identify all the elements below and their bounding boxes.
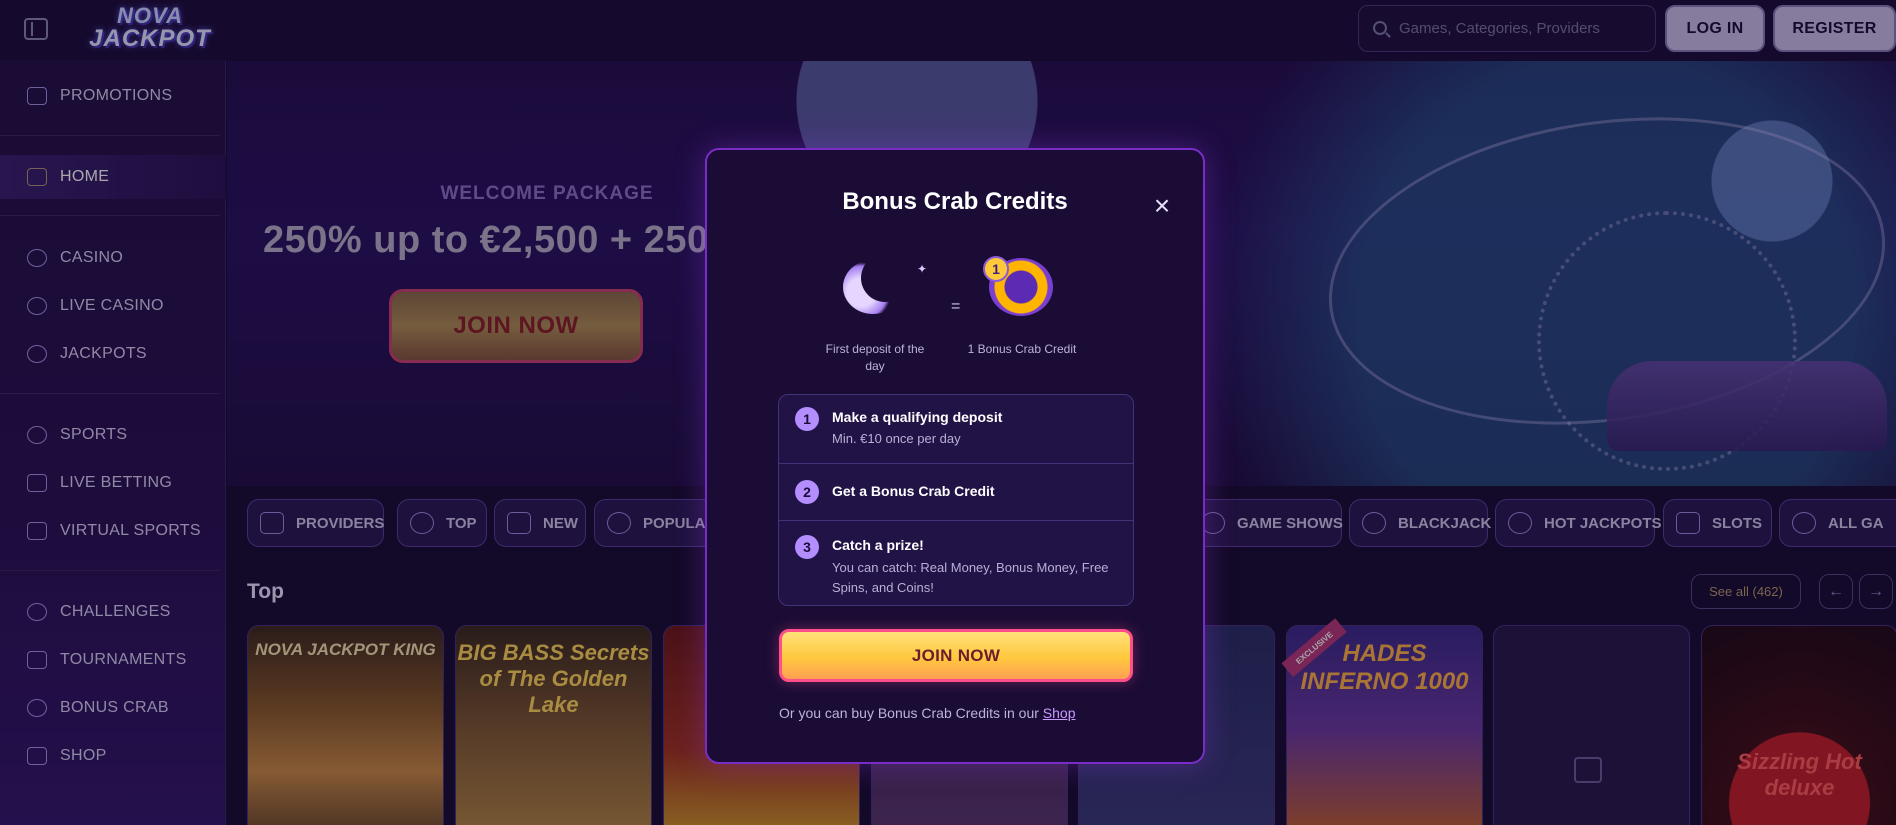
footer-text: Or you can buy Bonus Crab Credits in our — [779, 705, 1043, 721]
step-number: 1 — [795, 407, 819, 431]
step-desc: You can catch: Real Money, Bonus Money, … — [832, 560, 1109, 595]
close-icon[interactable]: × — [1148, 192, 1176, 220]
step-title: Get a Bonus Crab Credit — [832, 483, 995, 499]
star-icon: ✦ — [917, 262, 928, 276]
moon-icon — [843, 254, 909, 314]
equals-sign: = — [951, 298, 961, 315]
modal-title: Bonus Crab Credits — [842, 188, 1068, 215]
modal-footer: Or you can buy Bonus Crab Credits in our… — [779, 705, 1076, 721]
step-number: 2 — [795, 480, 819, 504]
step-desc: Min. €10 once per day — [832, 431, 961, 446]
right-caption: 1 Bonus Crab Credit — [967, 342, 1077, 356]
step-item: 3 Catch a prize! You can catch: Real Mon… — [779, 521, 1133, 605]
modal-join-button[interactable]: JOIN NOW — [779, 629, 1133, 682]
step-item: 2 Get a Bonus Crab Credit — [779, 464, 1133, 520]
steps-list: 1 Make a qualifying deposit Min. €10 onc… — [778, 394, 1134, 606]
step-title: Make a qualifying deposit — [832, 409, 1003, 425]
step-item: 1 Make a qualifying deposit Min. €10 onc… — [779, 395, 1133, 463]
shop-link[interactable]: Shop — [1043, 705, 1076, 721]
step-number: 3 — [795, 535, 819, 559]
step-title: Catch a prize! — [832, 537, 924, 553]
left-caption: First deposit of the day — [825, 342, 925, 373]
coin-number-badge: 1 — [983, 256, 1009, 282]
bonus-crab-modal: Bonus Crab Credits × ✦ = 1 First deposit… — [705, 148, 1205, 764]
